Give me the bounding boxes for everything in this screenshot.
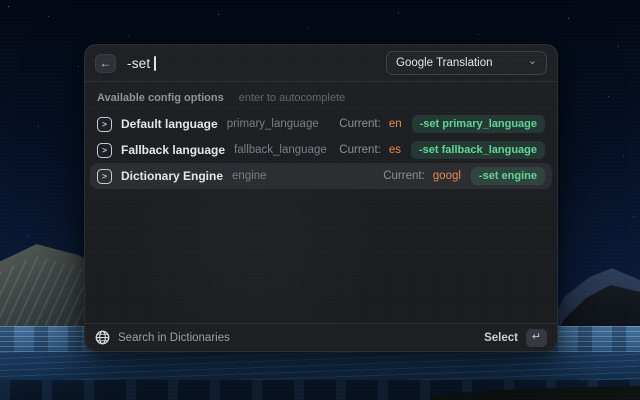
enter-icon: ↵	[532, 331, 541, 343]
current-label: Current:	[339, 118, 381, 130]
item-title: Default language	[121, 117, 218, 131]
select-action-label: Select	[484, 332, 518, 344]
results-empty-area	[85, 189, 557, 323]
enter-key-badge[interactable]: ↵	[526, 329, 547, 347]
list-item-dictionary-engine[interactable]: > Dictionary Engine engine Current: goog…	[90, 163, 552, 189]
footer-bar: Search in Dictionaries Select ↵	[85, 323, 557, 351]
chevron-down-icon: ⌄	[528, 57, 537, 65]
current-value: googl	[433, 170, 461, 182]
item-subtitle: fallback_language	[234, 144, 327, 156]
current-label: Current:	[339, 144, 381, 156]
item-subtitle: engine	[232, 170, 267, 182]
item-subtitle: primary_language	[227, 118, 319, 130]
back-button[interactable]: ←	[95, 54, 116, 73]
section-header: Available config options enter to autoco…	[85, 82, 557, 109]
arrow-left-icon: ←	[100, 56, 112, 70]
command-dropdown[interactable]: Google Translation ⌄	[386, 51, 547, 75]
set-command-badge: -set engine	[471, 167, 545, 185]
config-options-list: > Default language primary_language Curr…	[85, 109, 557, 189]
search-query-text: -set	[127, 56, 150, 71]
set-command-badge: -set fallback_language	[411, 141, 545, 159]
item-title: Dictionary Engine	[121, 169, 223, 183]
item-title: Fallback language	[121, 143, 225, 157]
section-hint: enter to autocomplete	[239, 92, 345, 104]
footer-app-label: Search in Dictionaries	[118, 332, 230, 344]
globe-icon	[95, 330, 110, 345]
text-cursor	[154, 56, 156, 71]
search-input[interactable]: -set	[127, 56, 386, 71]
set-command-badge: -set primary_language	[412, 115, 545, 133]
launcher-window: ← -set Google Translation ⌄ Available co…	[84, 44, 558, 352]
current-label: Current:	[383, 170, 425, 182]
current-value: es	[389, 144, 401, 156]
dropdown-selected-label: Google Translation	[396, 57, 493, 69]
terminal-icon: >	[97, 117, 112, 132]
list-item-default-language[interactable]: > Default language primary_language Curr…	[90, 111, 552, 137]
terminal-icon: >	[97, 143, 112, 158]
current-value: en	[389, 118, 402, 130]
terminal-icon: >	[97, 169, 112, 184]
section-title: Available config options	[97, 92, 224, 104]
list-item-fallback-language[interactable]: > Fallback language fallback_language Cu…	[90, 137, 552, 163]
search-header: ← -set Google Translation ⌄	[85, 45, 557, 82]
